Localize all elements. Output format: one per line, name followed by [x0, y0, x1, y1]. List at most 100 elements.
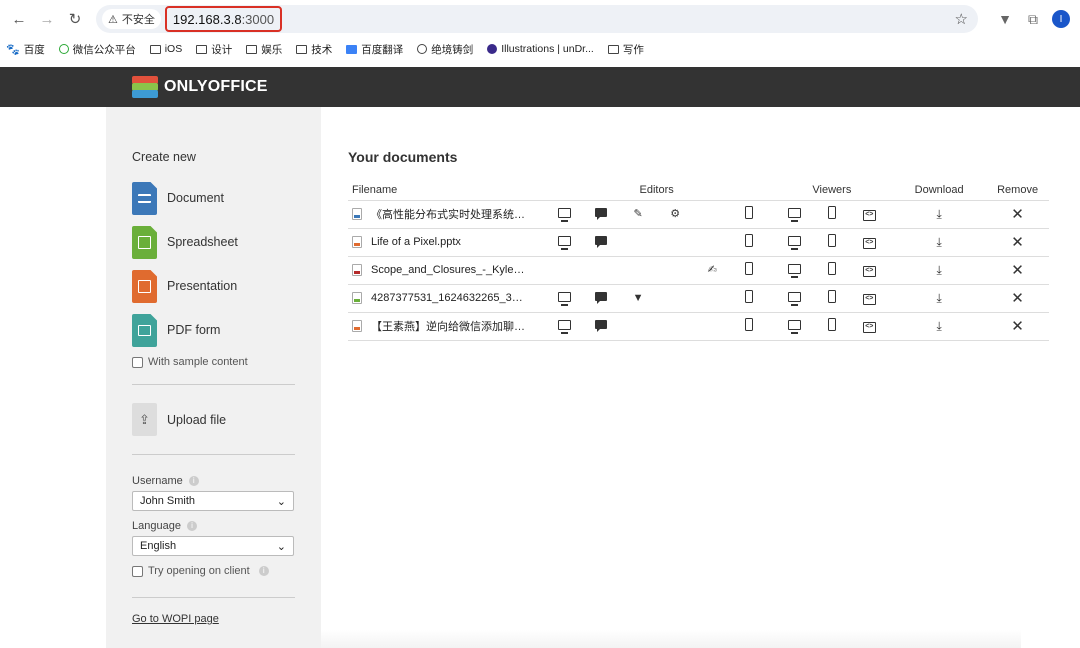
- mobile-icon[interactable]: [745, 206, 754, 219]
- folder-icon: [149, 44, 161, 54]
- filter-icon[interactable]: ▼: [631, 292, 645, 305]
- monitor-icon[interactable]: [557, 291, 571, 306]
- embed-icon[interactable]: <>: [862, 266, 876, 277]
- monitor-icon[interactable]: [787, 207, 801, 222]
- bookmark-label: 百度翻译: [361, 43, 404, 56]
- mobile-icon[interactable]: [827, 290, 836, 303]
- file-name-link[interactable]: 《高性能分布式实时处理系统编...: [371, 206, 527, 222]
- bookmark-label: 百度: [23, 43, 45, 56]
- remove-icon[interactable]: ✕: [1011, 290, 1024, 307]
- mobile-icon[interactable]: [827, 234, 836, 247]
- embed-icon[interactable]: <>: [862, 210, 876, 221]
- embed-icon[interactable]: <>: [862, 238, 876, 249]
- divider: [132, 597, 295, 598]
- mobile-icon[interactable]: [827, 262, 836, 275]
- comment-icon[interactable]: [595, 208, 608, 220]
- embed-icon[interactable]: <>: [862, 294, 876, 305]
- comment-icon[interactable]: [595, 320, 608, 332]
- monitor-icon[interactable]: [787, 319, 801, 334]
- bookmark-item[interactable]: 微信公众平台: [58, 42, 136, 57]
- monitor-icon[interactable]: [557, 207, 571, 222]
- remove-icon[interactable]: ✕: [1011, 206, 1024, 223]
- try-client-option[interactable]: Try opening on client i: [132, 565, 295, 577]
- monitor-icon[interactable]: [787, 263, 801, 278]
- security-indicator[interactable]: ⚠ 不安全: [102, 9, 161, 29]
- download-icon[interactable]: ⤓: [936, 319, 941, 333]
- download-icon[interactable]: ⤓: [936, 235, 941, 249]
- puzzle-icon[interactable]: ⧉: [1022, 8, 1044, 30]
- undraw-icon: [487, 44, 498, 54]
- comment-icon[interactable]: [595, 292, 608, 304]
- sign-icon[interactable]: ✍: [705, 264, 719, 277]
- back-icon[interactable]: ←: [8, 8, 30, 30]
- url-text[interactable]: 192.168.3.8:3000: [164, 6, 283, 32]
- create-spreadsheet-button[interactable]: Spreadsheet: [132, 220, 295, 264]
- create-pdf-form-button[interactable]: PDF form: [132, 308, 295, 352]
- bookmark-item[interactable]: 百度翻译: [346, 42, 403, 57]
- profile-avatar[interactable]: I: [1050, 8, 1072, 30]
- sample-content-checkbox[interactable]: [132, 356, 143, 368]
- remove-icon[interactable]: ✕: [1011, 318, 1024, 335]
- fill-settings-icon[interactable]: ⚙: [668, 208, 682, 221]
- upload-file-label: Upload file: [167, 412, 227, 427]
- username-label: Username: [132, 475, 183, 487]
- bookmark-item[interactable]: iOS: [149, 43, 182, 55]
- review-icon[interactable]: ✎: [631, 208, 645, 221]
- bookmark-item[interactable]: 🐾 百度: [6, 42, 45, 57]
- mobile-icon[interactable]: [745, 318, 754, 331]
- download-icon[interactable]: ⤓: [936, 263, 941, 277]
- try-client-checkbox[interactable]: [132, 565, 143, 577]
- bookmark-item[interactable]: 娱乐: [246, 42, 282, 57]
- language-select[interactable]: English ⌄: [132, 536, 294, 556]
- download-icon[interactable]: ⤓: [936, 207, 941, 221]
- monitor-icon[interactable]: [557, 319, 571, 334]
- file-name-link[interactable]: 4287377531_1624632265_3_1...: [371, 292, 527, 304]
- extension-icon[interactable]: ▼: [994, 8, 1016, 30]
- create-document-button[interactable]: Document: [132, 176, 295, 220]
- embed-icon[interactable]: <>: [862, 322, 876, 333]
- monitor-icon[interactable]: [787, 235, 801, 250]
- info-icon[interactable]: i: [258, 566, 269, 576]
- mobile-icon[interactable]: [745, 234, 754, 247]
- create-spreadsheet-label: Spreadsheet: [167, 235, 238, 249]
- wopi-link[interactable]: Go to WOPI page: [132, 613, 219, 625]
- spreadsheet-icon: [132, 225, 157, 259]
- mobile-icon[interactable]: [827, 318, 836, 331]
- download-icon[interactable]: ⤓: [936, 291, 941, 305]
- bookmark-label: 娱乐: [261, 43, 283, 56]
- comment-icon[interactable]: [595, 236, 608, 248]
- sample-content-option[interactable]: With sample content: [132, 356, 295, 368]
- pdf-file-icon: [352, 264, 362, 276]
- remove-icon[interactable]: ✕: [1011, 262, 1024, 279]
- bookmark-item[interactable]: 绝境铸剑: [417, 42, 473, 57]
- table-header-row: Filename Editors Viewers Download Remove: [348, 180, 1049, 201]
- monitor-icon[interactable]: [787, 291, 801, 306]
- reload-icon[interactable]: ↻: [64, 8, 86, 30]
- bookmark-item[interactable]: 设计: [196, 42, 232, 57]
- table-row: Life of a Pixel.pptx <> ⤓ ✕: [348, 228, 1049, 257]
- username-select[interactable]: John Smith ⌄: [132, 491, 294, 511]
- file-name-link[interactable]: Life of a Pixel.pptx: [371, 236, 461, 248]
- bookmark-item[interactable]: Illustrations | unDr...: [487, 43, 594, 55]
- info-icon[interactable]: i: [188, 476, 199, 486]
- create-presentation-button[interactable]: Presentation: [132, 264, 295, 308]
- mobile-icon[interactable]: [827, 206, 836, 219]
- file-name-link[interactable]: Scope_and_Closures_-_Kyle_Si...: [371, 264, 527, 276]
- monitor-icon[interactable]: [557, 235, 571, 250]
- forward-icon[interactable]: →: [36, 8, 58, 30]
- file-name-link[interactable]: 【王素燕】逆向给微信添加聊天...: [371, 318, 527, 334]
- mobile-icon[interactable]: [745, 290, 754, 303]
- remove-icon[interactable]: ✕: [1011, 234, 1024, 251]
- url-host: 192.168.3.8: [172, 11, 242, 27]
- language-value: English: [140, 540, 177, 552]
- brand-logo[interactable]: ONLYOFFICE: [132, 76, 268, 98]
- bookmark-item[interactable]: 技术: [296, 42, 332, 57]
- create-pdf-form-label: PDF form: [167, 323, 221, 337]
- address-bar[interactable]: ⚠ 不安全 192.168.3.8:3000 ☆: [96, 5, 978, 33]
- bookmark-star-icon[interactable]: ☆: [955, 10, 968, 28]
- bookmark-item[interactable]: 写作: [607, 42, 644, 57]
- upload-file-button[interactable]: ⇪ Upload file: [132, 403, 295, 436]
- info-icon[interactable]: i: [186, 521, 197, 531]
- download-header: Download: [892, 180, 987, 201]
- mobile-form-icon[interactable]: [745, 262, 754, 275]
